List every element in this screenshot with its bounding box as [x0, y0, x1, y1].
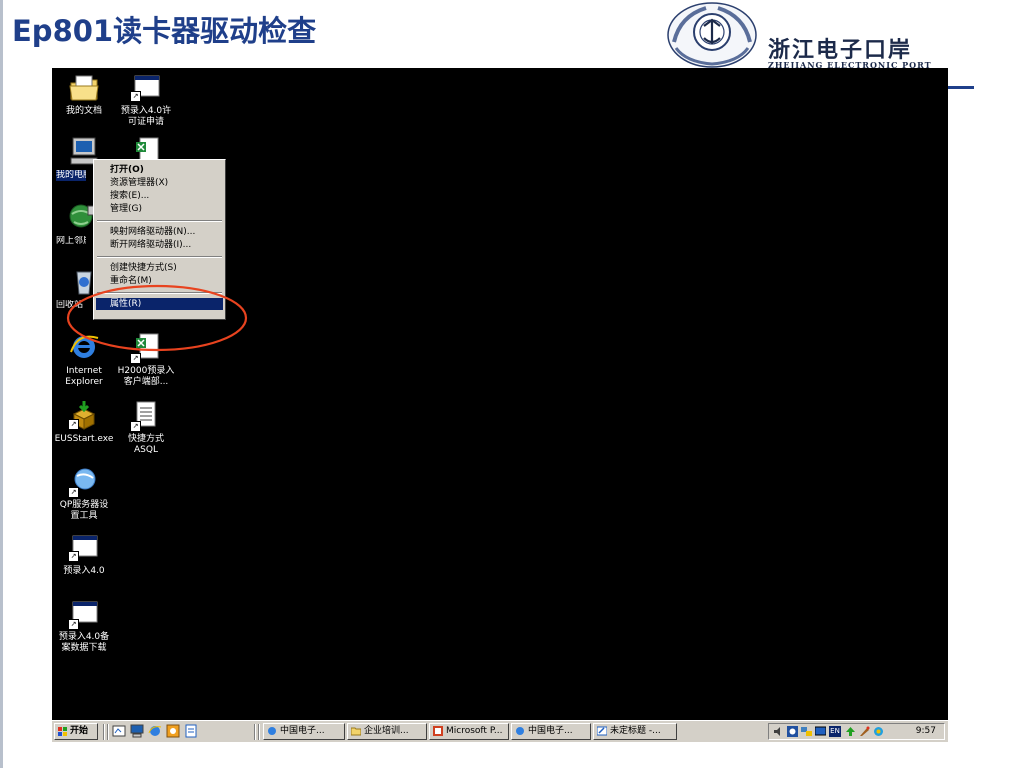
upload-arrow-icon[interactable]	[845, 726, 856, 737]
desktop-icon-asql-shortcut[interactable]: ↗ 快捷方式 ASQL	[114, 400, 178, 458]
desktop-icon-label: 预录入4.0许 可证申请	[120, 106, 172, 127]
taskbar-separator	[107, 724, 109, 740]
taskbar-button-enterprise-training[interactable]: 企业培训...	[347, 723, 427, 740]
menu-item-search[interactable]: 搜索(E)...	[96, 190, 223, 202]
internet-explorer-icon	[516, 727, 524, 735]
taskbar-separator	[103, 724, 105, 740]
taskbar-separator	[254, 724, 256, 740]
logo-underline	[948, 86, 974, 89]
windows-logo-icon	[58, 727, 67, 736]
shortcut-arrow-icon: ↗	[130, 421, 141, 432]
shortcut-arrow-icon: ↗	[130, 353, 141, 364]
network-tray-icon[interactable]	[801, 726, 812, 737]
start-label: 开始	[70, 726, 89, 736]
paint-icon	[597, 726, 607, 736]
highlight-ellipse-annotation	[66, 284, 248, 352]
monitor-tray-icon[interactable]	[815, 726, 826, 737]
start-button[interactable]: 开始	[54, 723, 98, 740]
menu-item-manage[interactable]: 管理(G)	[96, 203, 223, 215]
shortcut-arrow-icon: ↗	[68, 619, 79, 630]
port-emblem-icon	[667, 2, 757, 68]
desktop-icon-preentry-4[interactable]: ↗ 预录入4.0	[52, 532, 116, 578]
internet-explorer-quicklaunch-icon[interactable]	[148, 724, 162, 738]
desktop-icon-label: 网上邻居	[56, 236, 86, 246]
notepad-quicklaunch-icon[interactable]	[184, 724, 198, 738]
desktop-icon-my-documents[interactable]: 我的文档	[52, 72, 116, 128]
desktop-icon-preentry-record-download[interactable]: ↗ 预录入4.0备 案数据下载	[52, 598, 116, 656]
system-tray: EN 9:57	[768, 723, 945, 740]
internet-explorer-icon	[268, 727, 276, 735]
menu-item-explorer[interactable]: 资源管理器(X)	[96, 177, 223, 189]
menu-item-open[interactable]: 打开(O)	[96, 164, 223, 176]
desktop-icon-label: Internet Explorer	[65, 366, 103, 387]
media-quicklaunch-icon[interactable]	[166, 724, 180, 738]
desktop-icon-label: 预录入4.0	[63, 566, 105, 576]
shortcut-arrow-icon: ↗	[68, 551, 79, 562]
taskbar-button-powerpoint[interactable]: Microsoft P...	[429, 723, 509, 740]
show-desktop-icon[interactable]	[112, 724, 126, 738]
shortcut-arrow-icon: ↗	[68, 487, 79, 498]
taskbar-clock: 9:57	[915, 726, 936, 736]
desktop-icon-label: 预录入4.0备 案数据下载	[58, 632, 110, 653]
desktop-icon-label: H2000预录入 客户端部...	[117, 366, 175, 387]
taskbar: 开始 中国电子... 企业培训... Microsoft P... 中国电子..…	[52, 720, 948, 742]
desktop-icon-label: 快捷方式 ASQL	[127, 434, 164, 455]
powerpoint-icon	[433, 726, 443, 736]
folder-icon	[351, 727, 361, 736]
desktop-icon-qp-server-tool[interactable]: ↗ QP服务器设 置工具	[52, 466, 116, 524]
folder-documents-icon	[69, 75, 99, 101]
volume-icon[interactable]	[773, 726, 784, 737]
computer-quicklaunch-icon[interactable]	[130, 724, 144, 738]
input-language-indicator[interactable]: EN	[829, 726, 841, 737]
desktop-icon-label: EUSStart.exe	[54, 434, 114, 444]
desktop-icon-license-apply[interactable]: ↗ 预录入4.0许 可证申请	[114, 72, 178, 128]
desktop-icon-eusstart[interactable]: ↗ EUSStart.exe	[52, 400, 116, 448]
menu-separator	[97, 256, 222, 258]
desktop-icon-label: 我的电脑	[56, 170, 86, 181]
shortcut-arrow-icon: ↗	[130, 91, 141, 102]
ime-brush-icon[interactable]	[859, 726, 870, 737]
menu-item-disconnect-drive[interactable]: 断开网络驱动器(I)...	[96, 239, 223, 251]
taskbar-separator	[258, 724, 260, 740]
desktop-icon-label: QP服务器设 置工具	[59, 500, 109, 521]
antivirus-icon[interactable]	[787, 726, 798, 737]
menu-item-create-shortcut[interactable]: 创建快捷方式(S)	[96, 262, 223, 274]
menu-separator	[97, 220, 222, 222]
taskbar-button-china-eport-2[interactable]: 中国电子...	[511, 723, 591, 740]
desktop-icon-label: 我的文档	[65, 106, 102, 116]
slide-title: Ep801读卡器驱动检查	[12, 14, 317, 48]
windows-desktop[interactable]: 我的文档 我的电脑 网上邻居 回收站 Internet Expl	[52, 68, 948, 742]
shortcut-arrow-icon: ↗	[68, 419, 79, 430]
app-tray-icon[interactable]	[873, 726, 884, 737]
taskbar-button-untitled[interactable]: 未定标题 -...	[593, 723, 677, 740]
slide-left-border	[0, 0, 3, 768]
menu-item-map-drive[interactable]: 映射网络驱动器(N)...	[96, 226, 223, 238]
taskbar-button-china-eport-1[interactable]: 中国电子...	[263, 723, 345, 740]
